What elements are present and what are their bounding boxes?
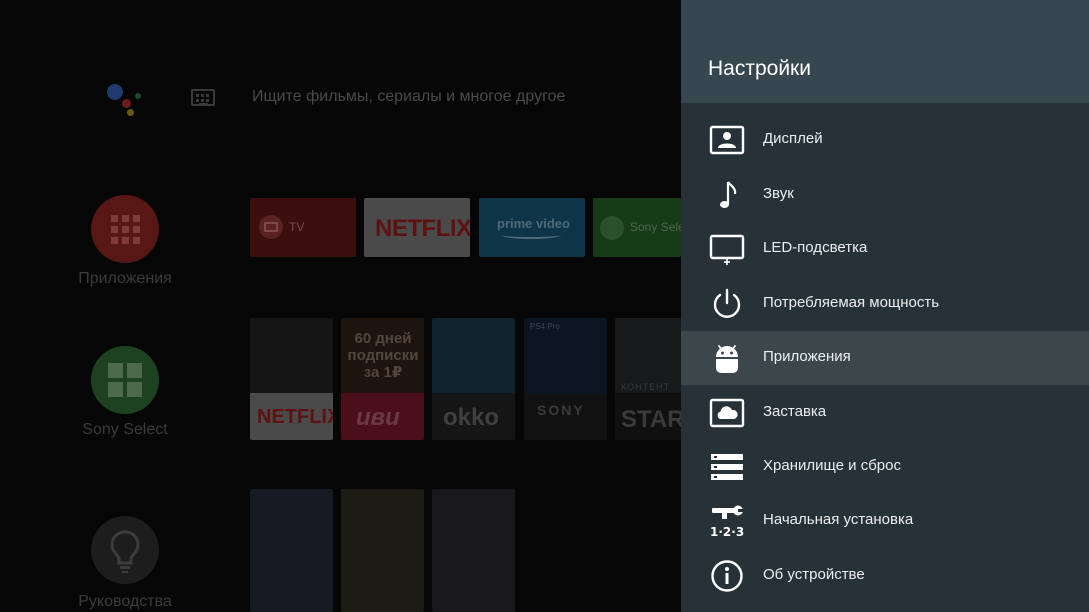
sidebar-sony-select-label: Sony Select <box>82 421 168 438</box>
sony-select-icon <box>108 363 142 397</box>
setup-icon: 1·2·3 <box>710 505 744 539</box>
sidebar-guides-button[interactable] <box>91 516 159 584</box>
screensaver-icon <box>709 398 745 428</box>
promo-card-ivi-tagline: 60 дней подписки за 1₽ <box>347 330 419 381</box>
storage-icon <box>711 454 743 480</box>
settings-item-label: Об устройстве <box>763 566 865 583</box>
app-tile-sony-select[interactable]: Sony Select <box>593 198 681 257</box>
settings-item-label: Потребляемая мощность <box>763 294 940 311</box>
promo-card-okko[interactable]: okko <box>432 318 515 440</box>
promo-card-sony[interactable]: PS4 Pro SONY <box>524 318 607 440</box>
promo-card-netflix[interactable]: NETFLIX <box>250 318 333 440</box>
promo-card-sony-label: SONY <box>537 402 585 418</box>
settings-item-label: Хранилище и сброс <box>763 457 901 474</box>
sidebar-sony-select-button[interactable] <box>91 346 159 414</box>
settings-item-screensaver[interactable]: Заставка <box>681 386 1089 440</box>
info-icon <box>711 560 743 592</box>
app-tile-sony-select-label: Sony Select <box>630 220 681 234</box>
settings-panel: Настройки Дисплей Звук LED-подсветка Пот… <box>681 0 1089 612</box>
app-tile-tv-label: TV <box>289 220 305 234</box>
svg-text:1·2·3: 1·2·3 <box>710 525 744 539</box>
settings-item-sound[interactable]: Звук <box>681 168 1089 222</box>
settings-item-label: Заставка <box>763 403 827 420</box>
keyboard-icon[interactable] <box>191 89 215 106</box>
app-tile-prime-video-label: prime video <box>497 216 570 231</box>
app-tile-tv[interactable]: TV <box>250 198 356 257</box>
promo-card-start[interactable]: КОНТЕНТ START <box>615 318 681 440</box>
google-assistant-icon[interactable] <box>104 82 144 116</box>
settings-item-label: Приложения <box>763 348 851 365</box>
settings-title: Настройки <box>708 57 811 80</box>
settings-header: Настройки <box>681 0 1089 103</box>
settings-item-power[interactable]: Потребляемая мощность <box>681 277 1089 331</box>
sidebar-apps-button[interactable] <box>91 195 159 263</box>
settings-item-apps[interactable]: Приложения <box>681 331 1089 385</box>
video-card-1[interactable] <box>250 489 333 612</box>
promo-card-ivi-label: иви <box>356 404 400 431</box>
promo-card-sony-tagline: PS4 Pro <box>530 322 560 331</box>
settings-item-label: Звук <box>763 185 794 202</box>
prime-smile-icon <box>501 231 561 239</box>
app-tile-netflix-label: NETFLIX <box>375 215 470 242</box>
lightbulb-icon <box>110 530 140 573</box>
sony-select-small-icon <box>600 216 624 240</box>
settings-item-label: LED-подсветка <box>763 239 868 256</box>
music-note-icon <box>720 181 737 208</box>
display-icon <box>709 125 745 155</box>
led-backlight-icon <box>709 234 745 265</box>
sidebar-apps-label: Приложения <box>78 270 172 287</box>
tv-icon <box>259 215 283 239</box>
settings-item-display[interactable]: Дисплей <box>681 113 1089 167</box>
power-icon <box>713 288 741 318</box>
video-card-2[interactable] <box>341 489 424 612</box>
promo-card-start-label: START <box>621 406 681 433</box>
apps-grid-icon <box>111 215 140 244</box>
app-tile-prime-video[interactable]: prime video <box>479 198 585 257</box>
promo-card-start-tagline: КОНТЕНТ <box>621 382 671 392</box>
promo-card-okko-label: okko <box>443 404 500 431</box>
promo-card-ivi[interactable]: 60 дней подписки за 1₽ иви <box>341 318 424 440</box>
video-card-3[interactable] <box>432 489 515 612</box>
search-placeholder[interactable]: Ищите фильмы, сериалы и многое другое <box>252 88 565 106</box>
settings-item-led-backlight[interactable]: LED-подсветка <box>681 222 1089 276</box>
settings-item-initial-setup[interactable]: 1·2·3 Начальная установка <box>681 494 1089 548</box>
promo-card-netflix-label: NETFLIX <box>257 406 333 428</box>
settings-item-label: Начальная установка <box>763 511 914 528</box>
settings-item-label: Дисплей <box>763 130 823 147</box>
settings-item-storage-reset[interactable]: Хранилище и сброс <box>681 440 1089 494</box>
settings-item-about[interactable]: Об устройстве <box>681 549 1089 603</box>
sidebar-guides-label: Руководства <box>78 593 172 610</box>
android-icon <box>716 345 738 373</box>
app-tile-netflix[interactable]: NETFLIX <box>364 198 470 257</box>
